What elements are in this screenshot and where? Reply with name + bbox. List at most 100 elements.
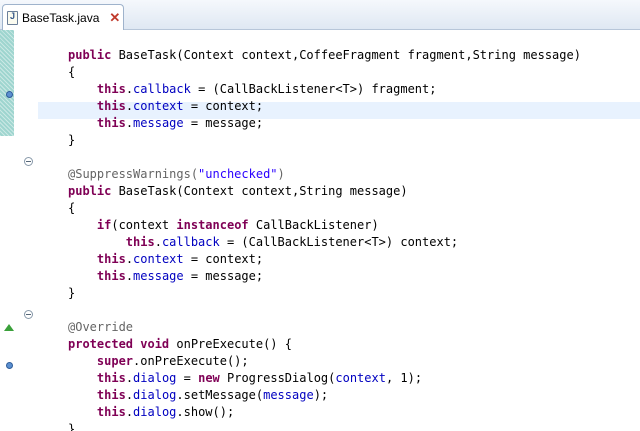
code-token: new [198, 371, 227, 385]
code-token: context [335, 371, 386, 385]
code-editor[interactable]: public BaseTask(Context context,CoffeeFr… [0, 30, 640, 431]
code-token: message [133, 116, 184, 130]
close-icon[interactable]: ✕ [109, 11, 120, 24]
code-token: @SuppressWarnings( [68, 167, 199, 181]
code-line[interactable]: } [68, 285, 581, 302]
code-token: . [154, 235, 162, 249]
code-token: . [125, 269, 134, 283]
code-token: . [125, 371, 134, 385]
code-token: = (CallBackListener<T>) context; [219, 235, 459, 249]
code-token: this [96, 99, 126, 113]
code-token: this [96, 371, 126, 385]
code-token: this [96, 252, 126, 266]
code-token: this [96, 116, 126, 130]
fold-toggle-icon[interactable] [24, 310, 33, 319]
code-line[interactable]: public BaseTask(Context context,String m… [68, 183, 581, 200]
code-line[interactable]: { [68, 200, 581, 217]
code-token: instanceof [176, 218, 249, 232]
code-line[interactable]: { [68, 64, 581, 81]
code-line[interactable] [68, 30, 581, 47]
code-line[interactable]: super.onPreExecute(); [68, 353, 581, 370]
override-marker-icon[interactable] [4, 324, 14, 331]
code-line[interactable] [68, 302, 581, 319]
code-token: callback [133, 82, 191, 96]
code-token: = message; [183, 116, 264, 130]
code-token: , 1); [385, 371, 423, 385]
code-token: { [68, 65, 76, 79]
code-token: .onPreExecute(); [133, 354, 249, 368]
code-token: context [133, 252, 184, 266]
code-token: . [125, 99, 134, 113]
code-token: ); [313, 388, 329, 402]
change-bar [0, 30, 14, 136]
code-token: public [68, 48, 119, 62]
code-token: this [125, 235, 155, 249]
code-token: callback [161, 235, 220, 249]
code-token: { [68, 201, 76, 215]
occurrence-marker-icon[interactable] [6, 362, 13, 369]
code-token: = context; [183, 252, 264, 266]
occurrence-marker-icon[interactable] [6, 91, 13, 98]
code-line[interactable] [68, 149, 581, 166]
code-line[interactable]: this.callback = (CallBackListener<T>) co… [68, 234, 581, 251]
code-line[interactable]: this.message = message; [68, 268, 581, 285]
code-token: = (CallBackListener<T>) fragment; [190, 82, 437, 96]
tab-basetask-java[interactable]: BaseTask.java ✕ [2, 4, 124, 30]
code-line[interactable]: protected void onPreExecute() { [68, 336, 581, 353]
code-line[interactable]: this.dialog = new ProgressDialog(context… [68, 370, 581, 387]
code-line[interactable]: if(context instanceof CallBackListener) [68, 217, 581, 234]
code-token: message [263, 388, 314, 402]
code-token: dialog [133, 405, 177, 419]
code-token: . [125, 82, 134, 96]
editor-tab-bar: BaseTask.java ✕ [0, 0, 640, 30]
code-line[interactable]: this.context = context; [68, 98, 581, 115]
code-line[interactable]: @SuppressWarnings("unchecked") [68, 166, 581, 183]
code-text[interactable]: public BaseTask(Context context,CoffeeFr… [68, 30, 581, 431]
code-token: } [68, 422, 76, 431]
code-token: = message; [183, 269, 264, 283]
code-token: this [96, 269, 126, 283]
code-line[interactable]: } [68, 132, 581, 149]
code-token: = context; [183, 99, 264, 113]
code-token: . [125, 388, 134, 402]
code-token: context [133, 99, 184, 113]
code-line[interactable]: this.context = context; [68, 251, 581, 268]
code-token: } [68, 286, 76, 300]
code-token: BaseTask(Context context,CoffeeFragment … [118, 48, 581, 62]
fold-toggle-icon[interactable] [24, 157, 33, 166]
code-token: (context [111, 218, 177, 232]
code-token: . [125, 116, 134, 130]
code-token: public [68, 184, 119, 198]
code-line[interactable]: this.message = message; [68, 115, 581, 132]
code-line[interactable]: this.dialog.show(); [68, 404, 581, 421]
code-line[interactable]: } [68, 421, 581, 431]
code-token: protected [68, 337, 141, 351]
code-token: } [68, 133, 76, 147]
code-token: = [176, 371, 199, 385]
code-line[interactable]: public BaseTask(Context context,CoffeeFr… [68, 47, 581, 64]
gutter [0, 30, 16, 431]
code-token: message [133, 269, 184, 283]
code-line[interactable]: this.dialog.setMessage(message); [68, 387, 581, 404]
code-token: ) [277, 167, 285, 181]
code-token: dialog [133, 371, 177, 385]
code-token: . [125, 405, 134, 419]
code-token: .setMessage( [176, 388, 264, 402]
code-line[interactable]: this.callback = (CallBackListener<T>) fr… [68, 81, 581, 98]
code-token: this [96, 405, 126, 419]
code-token: void [140, 337, 177, 351]
code-token: . [125, 252, 134, 266]
code-token: onPreExecute() { [176, 337, 292, 351]
code-token: @Override [68, 320, 134, 334]
code-line[interactable]: @Override [68, 319, 581, 336]
code-token: "unchecked" [198, 167, 278, 181]
